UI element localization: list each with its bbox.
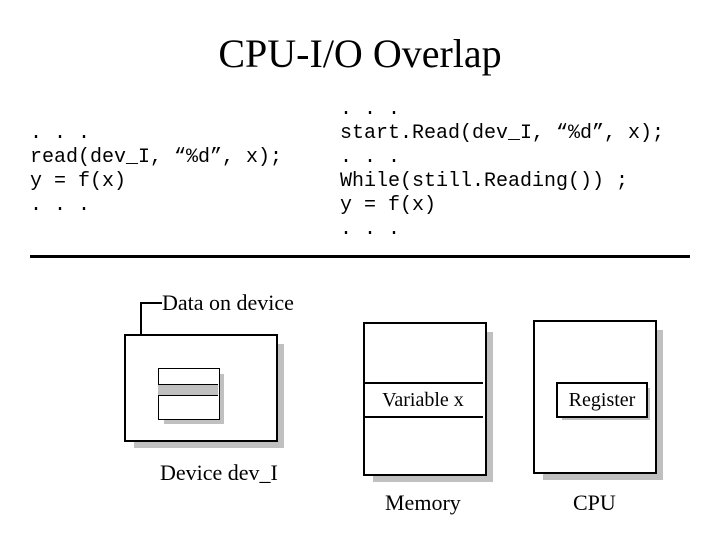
register-box: Register	[556, 382, 648, 418]
variable-x-cell: Variable x	[363, 382, 483, 418]
slide-title: CPU-I/O Overlap	[0, 30, 720, 77]
slide: CPU-I/O Overlap . . . read(dev_I, “%d”, …	[0, 0, 720, 540]
divider-line	[30, 255, 690, 258]
label-device: Device dev_I	[160, 460, 278, 486]
label-data-on-device: Data on device	[162, 290, 294, 316]
label-cpu: CPU	[573, 490, 616, 516]
label-memory: Memory	[385, 490, 461, 516]
code-block-left: . . . read(dev_I, “%d”, x); y = f(x) . .…	[30, 122, 282, 218]
connector-line	[140, 302, 162, 304]
device-data-stripe	[158, 384, 218, 396]
code-block-right: . . . start.Read(dev_I, “%d”, x); . . . …	[340, 98, 664, 242]
